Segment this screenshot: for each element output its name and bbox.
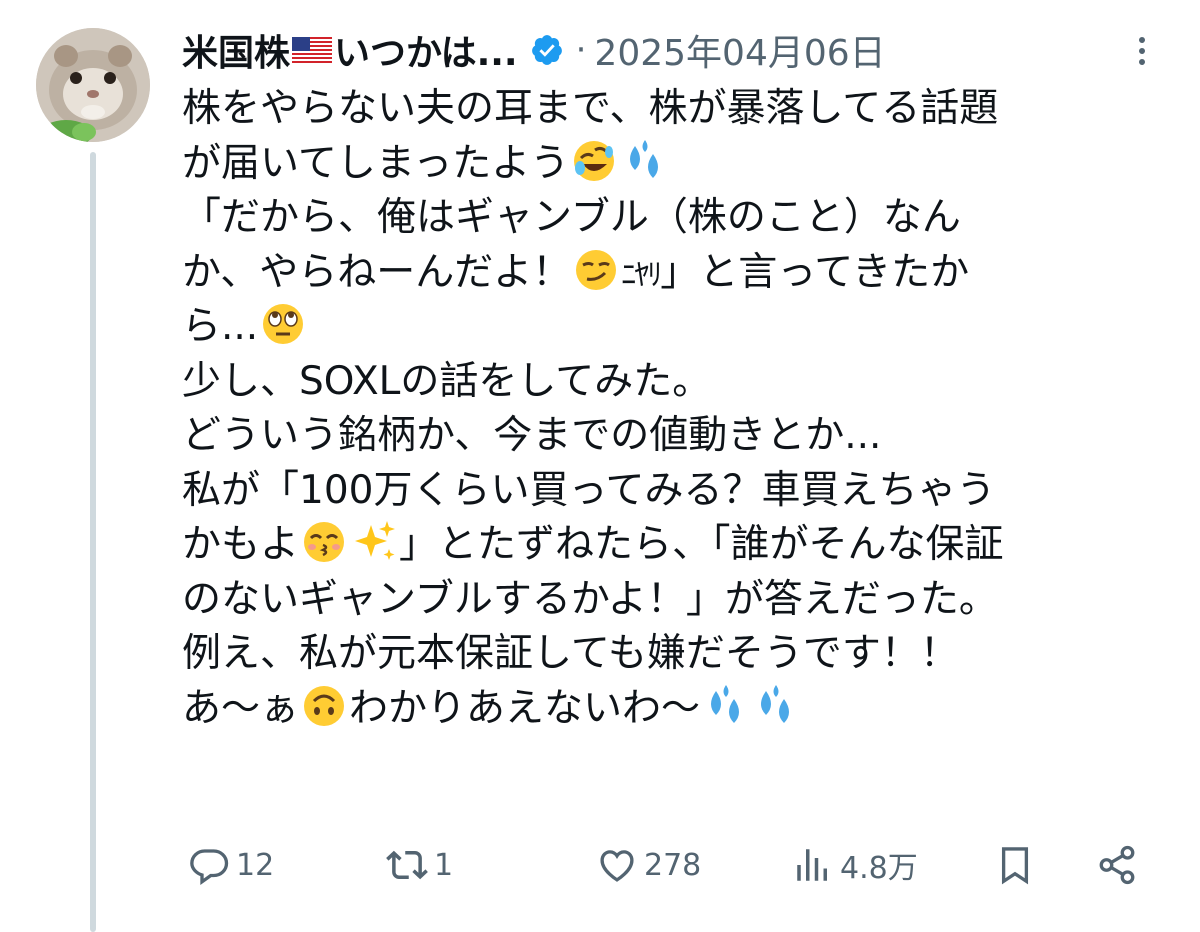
tweet-line-text: ら... <box>182 304 259 349</box>
header-separator: · <box>575 30 587 70</box>
tweet-line-text: あ〜ぁ <box>182 685 300 731</box>
thread-line <box>90 152 96 932</box>
tweet-date[interactable]: 2025年04月06日 <box>594 24 885 76</box>
smirking-face-emoji-icon <box>576 249 617 290</box>
retweet-button[interactable]: 1 <box>386 838 453 892</box>
tweet-line: のないギャンブルするかよ！」が答えだった。 <box>182 576 998 622</box>
tweet-header: 米国株 いつかは... · 2025年04月06日 <box>182 22 886 78</box>
tweet-line-text: か、やらねーんだよ！ <box>182 249 572 295</box>
display-name-suffix[interactable]: いつかは... <box>334 24 518 76</box>
tweet-text: 株をやらない夫の耳まで、株が暴落してる話題 が届いてしまったよう 「だから、俺は… <box>182 82 1182 736</box>
reply-count: 12 <box>236 847 275 883</box>
sparkles-emoji-icon <box>355 521 396 560</box>
tweet-line: かもよ 」とたずねたら、「誰がそんな保証 <box>182 518 1182 573</box>
view-count: 4.8万 <box>840 851 918 886</box>
tweet-line: か、やらねーんだよ！ ﾆﾔﾘ」と言ってきたか <box>182 246 1182 301</box>
like-button[interactable]: 278 <box>596 838 701 892</box>
bookmark-icon <box>1001 847 1029 885</box>
retweet-count: 1 <box>434 847 454 883</box>
avatar[interactable] <box>36 28 150 142</box>
kissing-face-emoji-icon <box>304 522 345 562</box>
verified-badge-icon[interactable] <box>530 33 564 67</box>
reply-button[interactable]: 12 <box>188 838 274 892</box>
tweet-line: あ〜ぁ わかりあえないわ〜 <box>182 682 1182 737</box>
like-count: 278 <box>644 847 702 883</box>
hamster-avatar-image <box>36 28 150 142</box>
retweet-icon <box>386 850 428 880</box>
share-button[interactable] <box>1096 838 1138 892</box>
rolling-eyes-emoji-icon <box>263 304 304 344</box>
tweet-line-text: 」とたずねたら、「誰がそんな保証 <box>399 522 1004 567</box>
display-name-prefix[interactable]: 米国株 <box>182 24 290 76</box>
sweat-droplets-emoji-icon <box>630 139 659 178</box>
analytics-icon <box>797 849 827 881</box>
nyari-text: ﾆﾔﾘ <box>621 257 662 293</box>
tweet-line-text: わかりあえないわ〜 <box>349 685 701 731</box>
tweet-line-text: 」と言ってきたか <box>660 249 970 295</box>
more-options-icon[interactable] <box>1124 34 1160 68</box>
rolling-laughing-emoji-icon <box>574 140 615 181</box>
sweat-droplets-emoji-icon <box>761 684 790 723</box>
tweet-line-text: が届いてしまったよう <box>182 140 570 186</box>
tweet-line: 株をやらない夫の耳まで、株が暴落してる話題 <box>182 86 999 131</box>
share-icon <box>1099 845 1135 885</box>
tweet-line: 私が「100万くらい買ってみる？車買えちゃう <box>182 467 996 513</box>
us-flag-icon <box>292 37 333 63</box>
tweet: 米国株 いつかは... · 2025年04月06日 株をやらない夫の耳まで、株が… <box>0 0 1200 932</box>
action-bar: 12 1 278 4.8万 <box>188 838 1148 892</box>
tweet-line: 「だから、俺はギャンブル（株のこと）なん <box>182 195 961 240</box>
sweat-droplets-emoji-icon <box>711 684 740 723</box>
reply-icon <box>190 849 229 886</box>
tweet-line: ら... <box>182 300 1182 355</box>
tweet-line-text: かもよ <box>182 522 300 567</box>
views-button[interactable]: 4.8万 <box>792 838 918 892</box>
upside-down-face-emoji-icon <box>304 685 345 726</box>
bookmark-button[interactable] <box>994 838 1036 892</box>
tweet-line: どういう銘柄か、今までの値動きとか... <box>182 413 882 458</box>
tweet-line: 少し、SOXLの話をしてみた。 <box>182 358 712 404</box>
tweet-line: 例え、私が元本保証しても嫌だそうです！！ <box>182 631 959 676</box>
tweet-line: が届いてしまったよう <box>182 137 1182 192</box>
heart-icon <box>600 850 634 882</box>
